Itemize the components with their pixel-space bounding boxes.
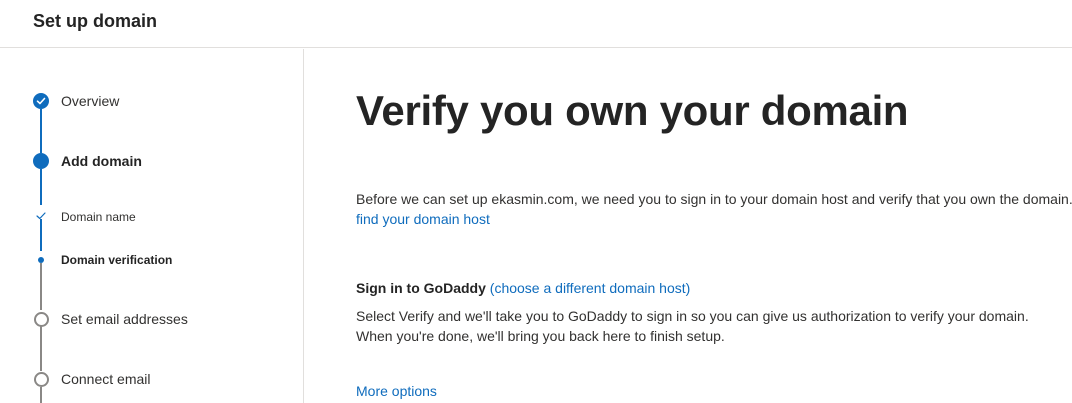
step-connector-line [40, 169, 42, 205]
pending-step-icon [34, 372, 49, 387]
step-connector-line [40, 387, 42, 403]
small-checkmark-icon [36, 212, 46, 223]
substep-domain-verification[interactable]: Domain verification [61, 253, 172, 267]
intro-text: Before we can set up ekasmin.com, we nee… [356, 191, 1072, 207]
step-add-domain[interactable]: Add domain [61, 153, 142, 169]
checkmark-icon [33, 93, 49, 109]
instructions-line-1: Select Verify and we'll take you to GoDa… [356, 308, 1029, 324]
current-step-icon [33, 153, 49, 169]
step-set-email-addresses: Set email addresses [61, 311, 188, 327]
step-overview[interactable]: Overview [61, 93, 119, 109]
step-connector-line [40, 109, 42, 153]
find-domain-host-link[interactable]: find your domain host [356, 211, 490, 227]
instructions-line-2: When you're done, we'll bring you back h… [356, 328, 725, 344]
step-connector-line [40, 325, 42, 371]
substep-domain-name[interactable]: Domain name [61, 210, 136, 224]
main-content: Verify you own your domain Before we can… [305, 49, 1072, 403]
main-heading: Verify you own your domain [356, 87, 909, 134]
pending-step-icon [34, 312, 49, 327]
sign-in-row: Sign in to GoDaddy (choose a different d… [356, 278, 690, 298]
sign-in-label: Sign in to GoDaddy [356, 280, 486, 296]
step-connector-line [40, 263, 42, 310]
step-connect-email: Connect email [61, 371, 151, 387]
page-title: Set up domain [33, 11, 158, 31]
step-connector-line [40, 219, 42, 251]
page-header: Set up domain [0, 0, 1072, 48]
setup-steps-sidebar: Overview Add domain Domain name Domain v… [0, 49, 304, 403]
choose-different-host-link[interactable]: (choose a different domain host) [490, 280, 691, 296]
more-options-link[interactable]: More options [356, 383, 437, 399]
current-substep-dot-icon [38, 257, 44, 263]
